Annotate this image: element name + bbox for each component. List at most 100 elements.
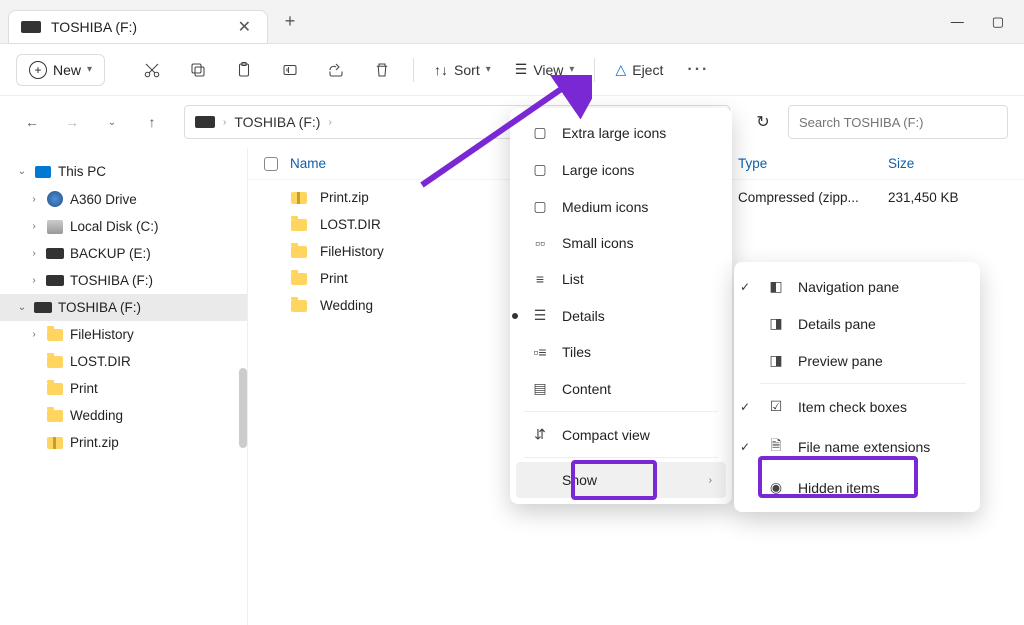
navigation-pane: ⌄This PC ›A360 Drive ›Local Disk (C:) ›B… [0, 148, 248, 625]
content-icon: ▤ [530, 380, 550, 397]
paste-button[interactable] [225, 51, 263, 89]
chevron-right-icon: › [28, 194, 40, 205]
tree-toshiba-1[interactable]: ›TOSHIBA (F:) [0, 267, 247, 294]
tree-printzip[interactable]: ›Print.zip [0, 429, 247, 456]
bullet-icon [512, 313, 518, 319]
tree-wedding[interactable]: ›Wedding [0, 402, 247, 429]
back-button[interactable]: ← [16, 106, 48, 138]
chevron-right-icon: › [328, 117, 331, 128]
tree-print[interactable]: ›Print [0, 375, 247, 402]
menu-large-icons[interactable]: ▢Large icons [516, 151, 726, 188]
chevron-right-icon: › [28, 248, 40, 259]
col-type[interactable]: Type [738, 156, 767, 171]
tree-backup-e[interactable]: › BACKUP (E:) [0, 240, 247, 267]
drive-icon [46, 275, 64, 286]
search-input[interactable] [788, 105, 1008, 139]
check-icon: ✓ [740, 440, 750, 454]
scrollbar[interactable] [239, 368, 247, 448]
tree-filehistory[interactable]: ›FileHistory [0, 321, 247, 348]
menu-xlarge-icons[interactable]: ▢Extra large icons [516, 114, 726, 151]
tree-lostdir[interactable]: ›LOST.DIR [0, 348, 247, 375]
new-tab-button[interactable]: + [276, 11, 304, 32]
eye-icon: ◉ [766, 479, 786, 496]
menu-list[interactable]: ≡List [516, 261, 726, 297]
menu-small-icons[interactable]: ▫▫Small icons [516, 225, 726, 261]
col-name[interactable]: Name [290, 156, 326, 171]
plus-icon: + [29, 61, 47, 79]
tree-label: TOSHIBA (F:) [58, 300, 141, 315]
menu-details[interactable]: ☰Details [516, 297, 726, 334]
tree-label: BACKUP (E:) [70, 246, 151, 261]
tab-toshiba[interactable]: TOSHIBA (F:) ✕ [8, 10, 268, 44]
menu-tiles[interactable]: ▫≡Tiles [516, 334, 726, 370]
file-icon: 🗎 [766, 435, 786, 459]
chevron-right-icon: › [28, 275, 40, 286]
rename-button[interactable] [271, 51, 309, 89]
col-size[interactable]: Size [888, 156, 914, 171]
menu-hidden-items[interactable]: ◉Hidden items [752, 469, 974, 506]
cut-button[interactable] [133, 51, 171, 89]
breadcrumb-location[interactable]: TOSHIBA (F:) [234, 114, 320, 130]
maximize-button[interactable]: ▢ [992, 14, 1004, 30]
details-icon: ☰ [530, 307, 550, 324]
file-name: LOST.DIR [320, 217, 381, 232]
folder-icon [291, 300, 307, 312]
chevron-down-icon: ▾ [486, 64, 491, 75]
copy-button[interactable] [179, 51, 217, 89]
folder-icon [47, 329, 63, 341]
tree-this-pc[interactable]: ⌄This PC [0, 158, 247, 185]
chevron-right-icon: › [28, 329, 40, 340]
recent-button[interactable]: ⌄ [96, 106, 128, 138]
close-tab-button[interactable]: ✕ [234, 17, 255, 37]
forward-button[interactable]: → [56, 106, 88, 138]
more-button[interactable]: ··· [679, 51, 717, 89]
folder-icon [291, 219, 307, 231]
refresh-button[interactable]: ↻ [746, 112, 780, 132]
view-button[interactable]: ☰ View ▾ [507, 55, 583, 84]
drive-icon [195, 116, 215, 128]
tiles-icon: ▫≡ [530, 344, 550, 360]
folder-icon [47, 356, 63, 368]
eject-button[interactable]: △ Eject [607, 55, 671, 84]
menu-show[interactable]: ·Show› [516, 462, 726, 498]
menu-medium-icons[interactable]: ▢Medium icons [516, 188, 726, 225]
menu-details-pane[interactable]: ◨Details pane [752, 305, 974, 342]
list-icon: ≡ [530, 271, 550, 287]
check-icon: ✓ [740, 400, 750, 414]
tree-toshiba-2[interactable]: ⌄ TOSHIBA (F:) [0, 294, 247, 321]
menu-separator [524, 457, 718, 458]
drive-icon [46, 248, 64, 259]
large-icon: ▢ [530, 161, 550, 178]
menu-content[interactable]: ▤Content [516, 370, 726, 407]
menu-compact[interactable]: ⇵Compact view [516, 416, 726, 453]
divider [594, 58, 595, 82]
folder-icon [47, 383, 63, 395]
tree-a360[interactable]: ›A360 Drive [0, 185, 247, 213]
up-button[interactable]: ↑ [136, 106, 168, 138]
sort-button[interactable]: ↑↓ Sort ▾ [426, 56, 499, 84]
chevron-down-icon: ⌄ [16, 302, 28, 313]
toolbar: + New ▾ ↑↓ Sort ▾ ☰ View ▾ △ Eject ··· [0, 44, 1024, 96]
eject-label: Eject [632, 62, 663, 78]
chevron-down-icon: ▾ [87, 64, 92, 75]
file-size: 231,450 KB [888, 190, 959, 205]
menu-preview-pane[interactable]: ◨Preview pane [752, 342, 974, 379]
select-all-checkbox[interactable] [264, 157, 278, 171]
menu-separator [760, 383, 966, 384]
minimize-button[interactable]: — [951, 14, 964, 30]
share-button[interactable] [317, 51, 355, 89]
tree-local-c[interactable]: ›Local Disk (C:) [0, 213, 247, 240]
menu-nav-pane[interactable]: ✓◧Navigation pane [752, 268, 974, 305]
zip-icon [47, 437, 63, 449]
checkbox-icon: ☑ [766, 398, 786, 415]
sort-label: Sort [454, 62, 480, 78]
view-label: View [533, 62, 563, 78]
new-button[interactable]: + New ▾ [16, 54, 105, 86]
delete-button[interactable] [363, 51, 401, 89]
chevron-right-icon: › [709, 475, 712, 486]
menu-checkboxes[interactable]: ✓☑Item check boxes [752, 388, 974, 425]
menu-extensions[interactable]: ✓🗎File name extensions [752, 425, 974, 469]
chevron-down-icon: ⌄ [16, 166, 28, 177]
tree-label: Local Disk (C:) [70, 219, 159, 234]
new-label: New [53, 62, 81, 78]
